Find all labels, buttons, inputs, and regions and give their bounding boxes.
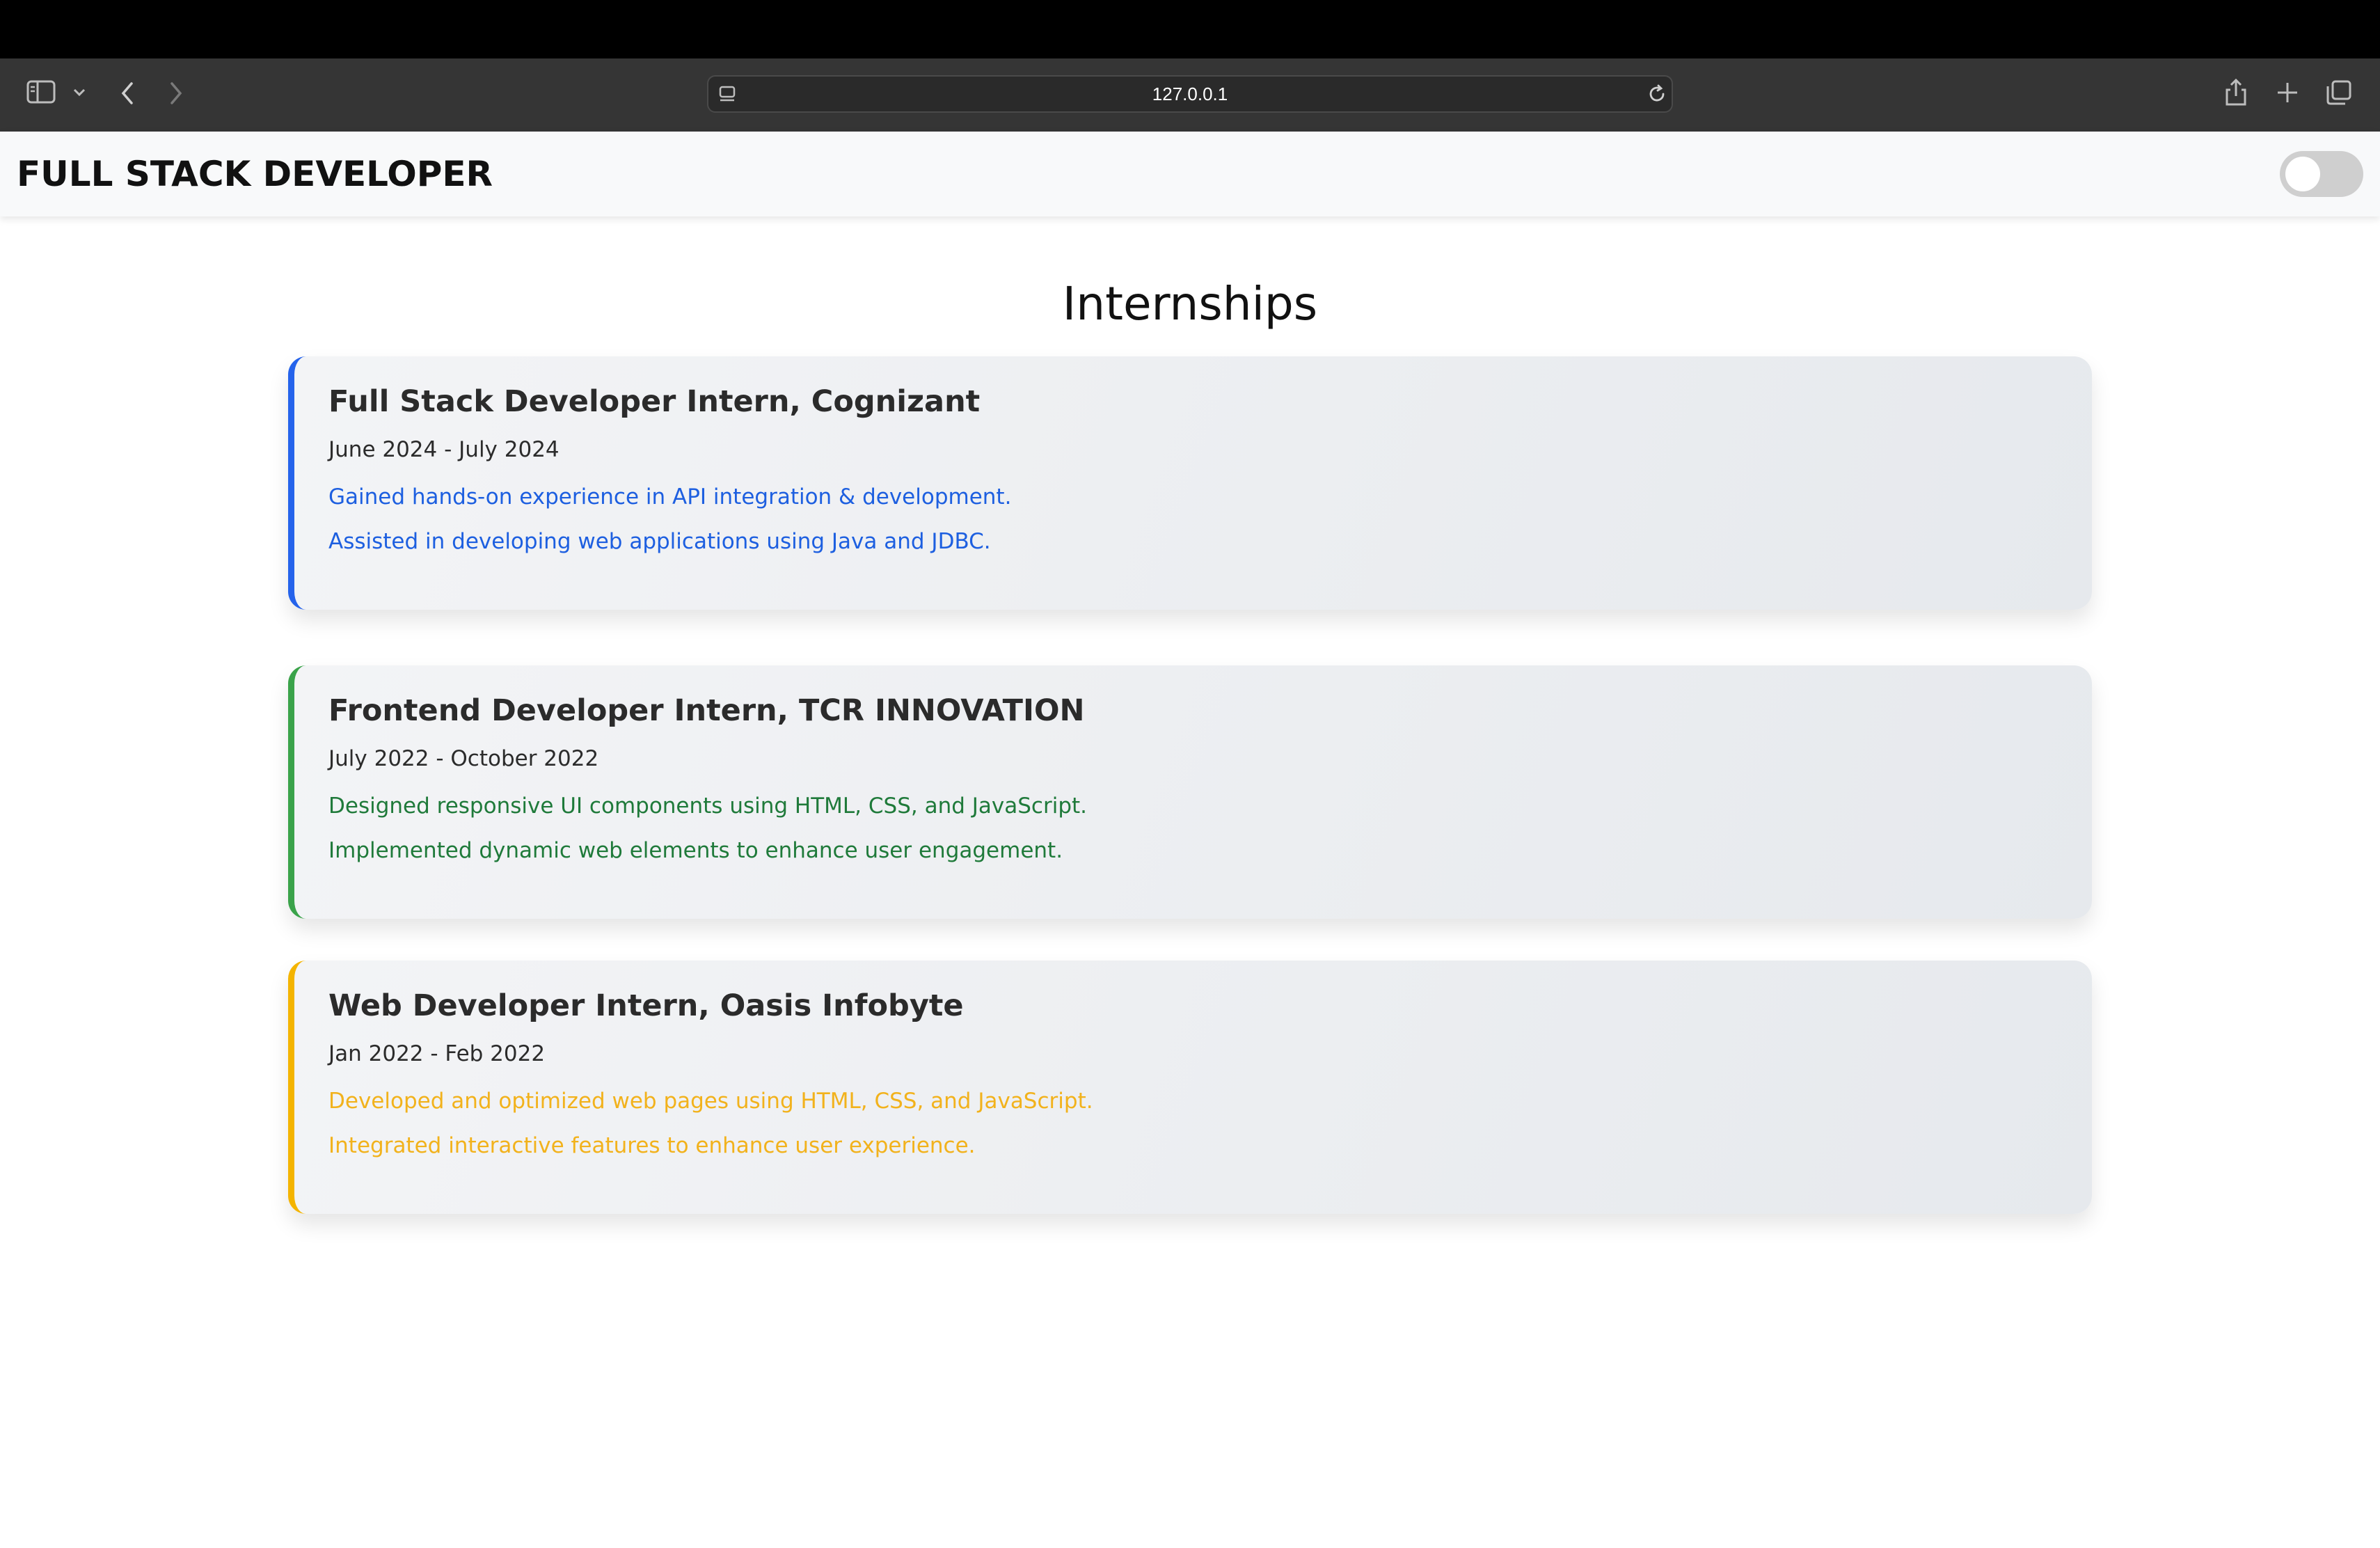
internship-title: Frontend Developer Intern, TCR INNOVATIO… bbox=[328, 693, 1085, 728]
site-title: FULL STACK DEVELOPER bbox=[17, 154, 493, 194]
theme-toggle[interactable] bbox=[2280, 151, 2363, 197]
internship-card: Web Developer Intern, Oasis Infobyte Jan… bbox=[288, 961, 2092, 1214]
chevron-down-icon[interactable] bbox=[72, 88, 86, 97]
internship-point: Integrated interactive features to enhan… bbox=[328, 1133, 976, 1158]
internship-dates: June 2024 - July 2024 bbox=[328, 437, 560, 462]
internship-point: Designed responsive UI components using … bbox=[328, 793, 1088, 819]
internship-card: Frontend Developer Intern, TCR INNOVATIO… bbox=[288, 665, 2092, 919]
internship-point: Developed and optimized web pages using … bbox=[328, 1089, 1093, 1114]
share-icon[interactable] bbox=[2224, 78, 2248, 107]
toggle-knob bbox=[2285, 157, 2320, 191]
forward-arrow-icon[interactable] bbox=[168, 81, 184, 106]
url-text: 127.0.0.1 bbox=[1152, 83, 1228, 104]
internship-point: Gained hands-on experience in API integr… bbox=[328, 484, 1012, 510]
address-bar[interactable]: 127.0.0.1 bbox=[707, 75, 1673, 113]
section-title: Internships bbox=[1062, 277, 1318, 331]
internship-point: Implemented dynamic web elements to enha… bbox=[328, 838, 1063, 863]
tab-overview-icon[interactable] bbox=[2326, 79, 2352, 106]
back-arrow-icon[interactable] bbox=[120, 81, 135, 106]
internship-dates: Jan 2022 - Feb 2022 bbox=[328, 1041, 546, 1066]
internship-point: Assisted in developing web applications … bbox=[328, 529, 991, 554]
browser-toolbar: 127.0.0.1 bbox=[0, 58, 2380, 132]
internship-title: Full Stack Developer Intern, Cognizant bbox=[328, 384, 981, 419]
new-tab-icon[interactable] bbox=[2276, 81, 2299, 104]
sidebar-toggle-icon[interactable] bbox=[26, 79, 57, 104]
internship-card: Full Stack Developer Intern, Cognizant J… bbox=[288, 356, 2092, 610]
internship-dates: July 2022 - October 2022 bbox=[328, 746, 599, 771]
reload-icon[interactable] bbox=[1647, 84, 1667, 104]
internship-title: Web Developer Intern, Oasis Infobyte bbox=[328, 988, 964, 1023]
os-menu-bar bbox=[0, 0, 2380, 58]
site-header: FULL STACK DEVELOPER bbox=[0, 132, 2380, 216]
